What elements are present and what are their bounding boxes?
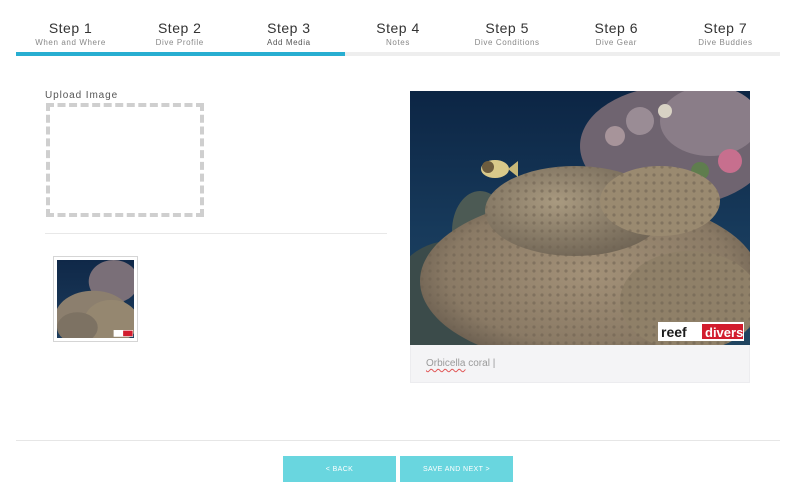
caption-container: Orbicella coral | <box>410 345 750 383</box>
step-subtitle: Dive Gear <box>595 38 637 47</box>
step-list: Step 1 When and Where Step 2 Dive Profil… <box>16 0 780 52</box>
footer-divider <box>16 440 780 441</box>
save-and-next-button[interactable]: SAVE AND NEXT > <box>400 456 513 482</box>
svg-text:reef: reef <box>661 324 687 340</box>
step-1[interactable]: Step 1 When and Where <box>16 0 125 52</box>
step-subtitle: Dive Profile <box>155 38 204 47</box>
upload-image-label: Upload Image <box>45 90 119 101</box>
step-title: Step 3 <box>267 20 311 36</box>
step-title: Step 1 <box>48 20 93 36</box>
progress-track <box>16 52 780 56</box>
step-title: Step 6 <box>594 20 639 36</box>
step-subtitle: Dive Conditions <box>474 38 540 47</box>
reef-divers-logo: reef divers <box>658 322 744 341</box>
step-4[interactable]: Step 4 Notes <box>343 0 452 52</box>
step-5[interactable]: Step 5 Dive Conditions <box>453 0 562 52</box>
coral-reef-photo: reef divers <box>410 91 750 345</box>
step-7[interactable]: Step 7 Dive Buddies <box>671 0 780 52</box>
caption-input[interactable] <box>426 357 726 373</box>
step-subtitle: Dive Buddies <box>698 38 753 47</box>
step-3[interactable]: Step 3 Add Media <box>234 0 343 52</box>
step-subtitle: Add Media <box>267 38 311 47</box>
coral-reef-thumbnail-image <box>57 260 134 338</box>
image-preview: reef divers <box>410 91 750 345</box>
media-thumbnail[interactable] <box>53 256 138 342</box>
step-subtitle: Notes <box>386 38 410 47</box>
step-title: Step 5 <box>485 20 529 36</box>
step-title: Step 7 <box>703 20 748 36</box>
step-subtitle: When and Where <box>35 38 106 47</box>
svg-text:divers: divers <box>705 325 743 340</box>
step-title: Step 4 <box>376 20 420 36</box>
step-progress-bar: Step 1 When and Where Step 2 Dive Profil… <box>16 0 780 56</box>
divider <box>45 233 387 234</box>
step-title: Step 2 <box>157 20 202 36</box>
back-button[interactable]: < BACK <box>283 456 396 482</box>
step-6[interactable]: Step 6 Dive Gear <box>562 0 671 52</box>
step-2[interactable]: Step 2 Dive Profile <box>125 0 234 52</box>
progress-fill <box>16 52 345 56</box>
image-dropzone[interactable] <box>46 103 204 217</box>
